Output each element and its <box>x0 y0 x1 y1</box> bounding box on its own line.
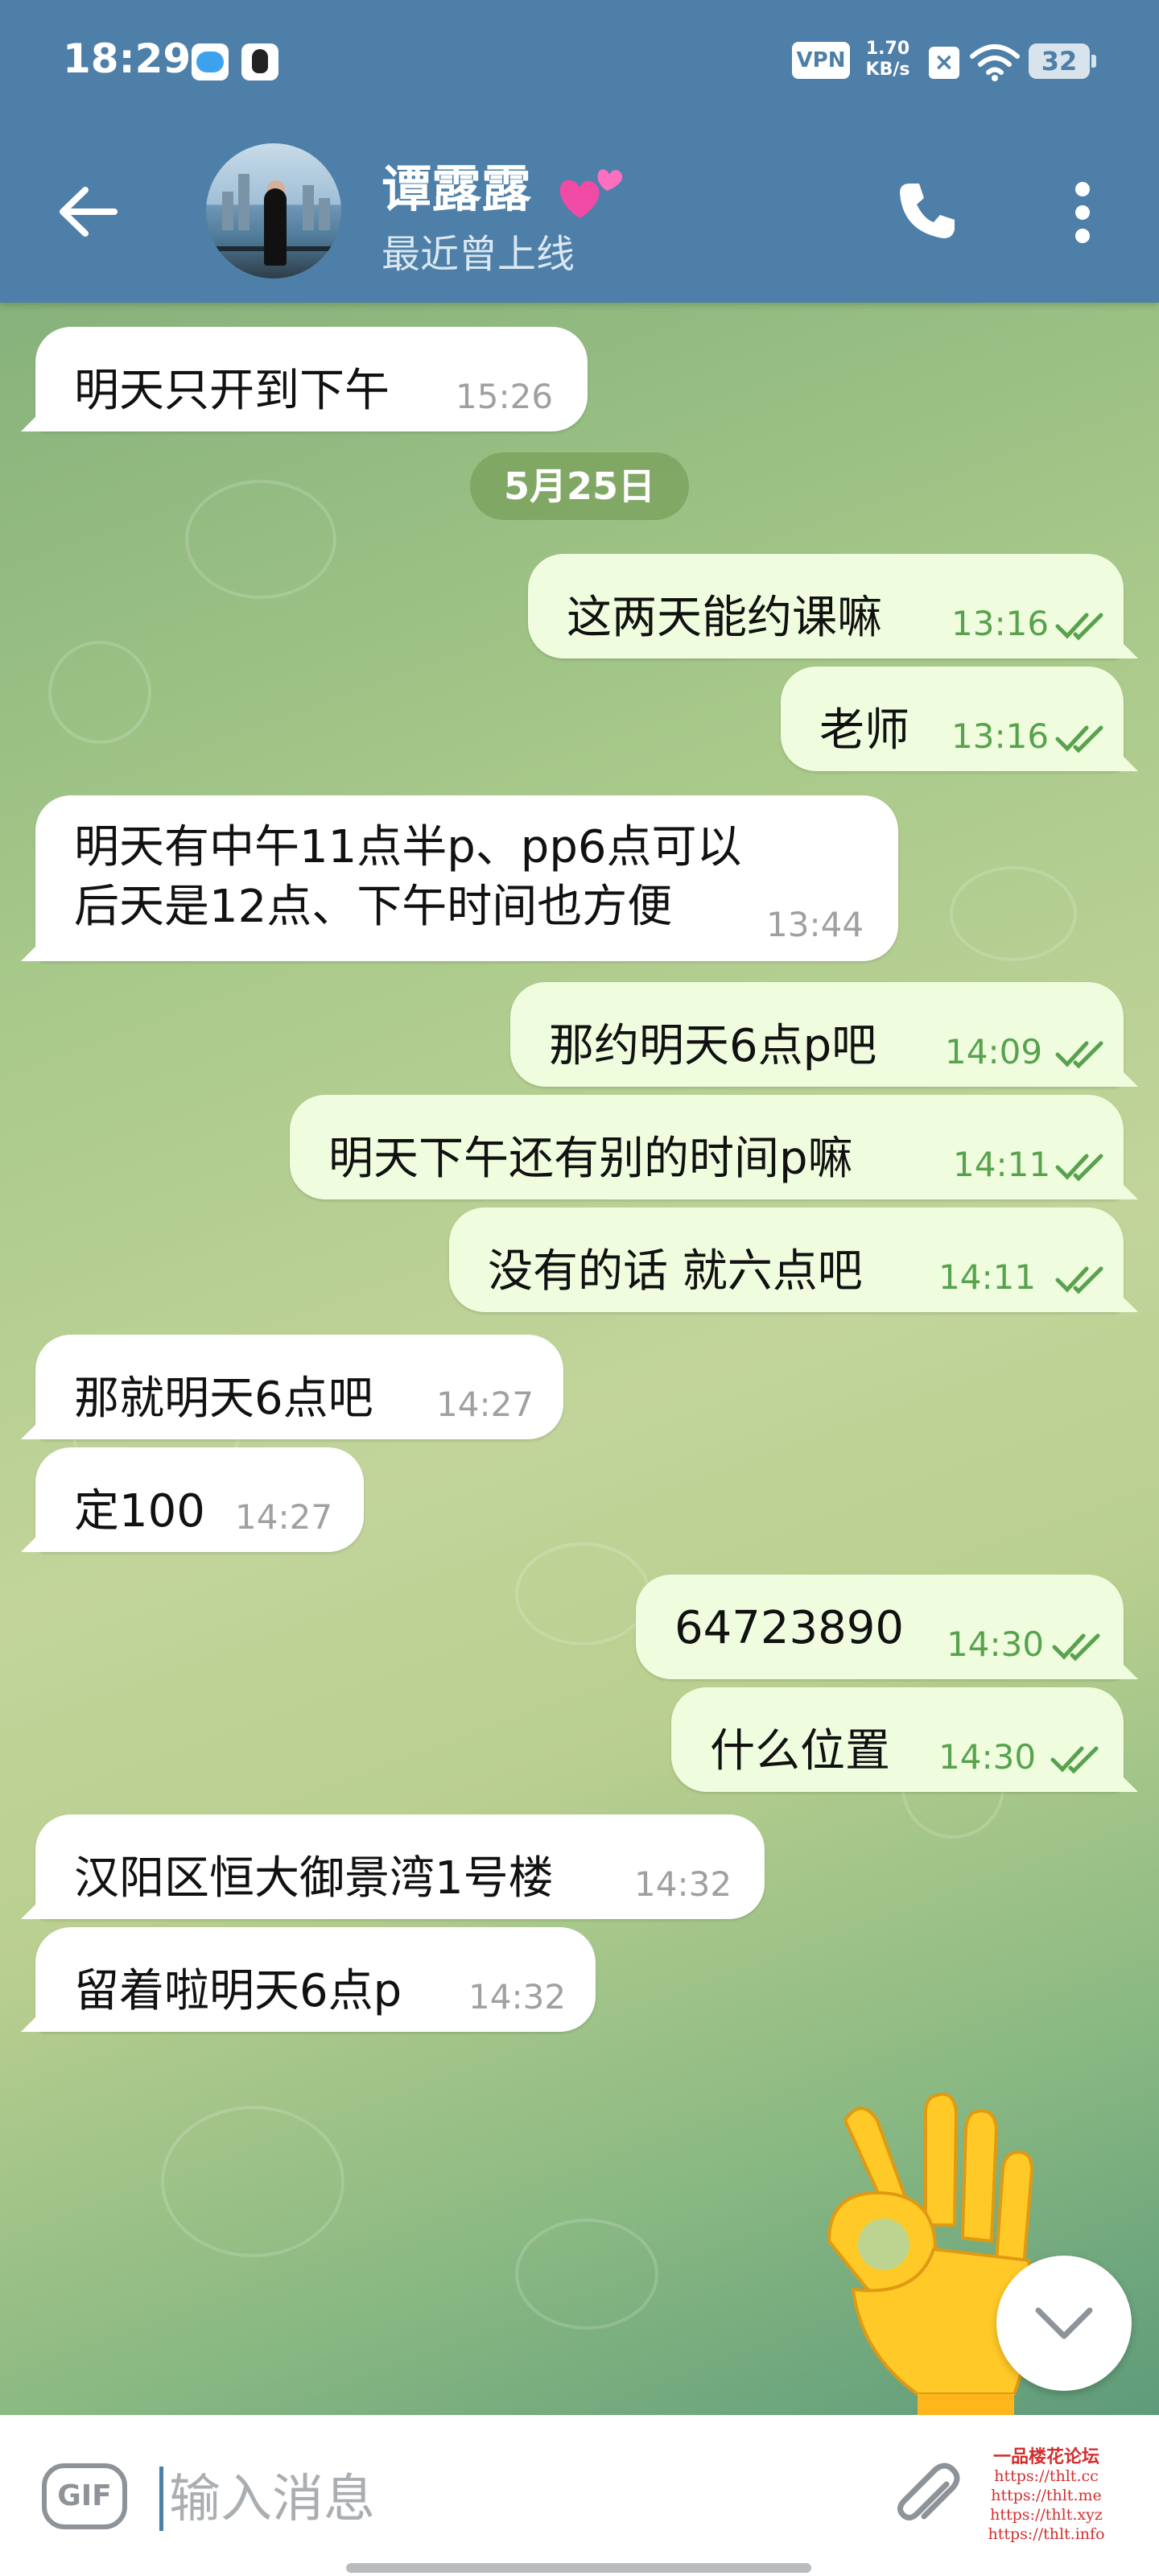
battery-indicator: 32 <box>1029 43 1096 79</box>
wifi-icon <box>970 44 1020 81</box>
message-text: 留着啦明天6点p <box>74 1965 402 2017</box>
status-time: 18:29 <box>63 35 192 82</box>
message-bubble-outgoing[interactable]: 明天下午还有别的时间p嘛 14:11 <box>290 1095 1138 1199</box>
message-time: 14:27 <box>436 1385 534 1424</box>
message-time: 14:30 <box>938 1737 1037 1777</box>
message-text: 什么位置 <box>710 1725 890 1777</box>
message-bubble-incoming[interactable]: 留着啦明天6点p 14:32 <box>21 1927 596 2032</box>
double-check-icon <box>1055 1041 1103 1069</box>
message-text: 那就明天6点吧 <box>74 1373 373 1425</box>
message-bubble-incoming[interactable]: 定100 14:27 <box>21 1447 364 1552</box>
message-time: 14:09 <box>945 1032 1043 1071</box>
double-check-icon <box>1055 1266 1103 1294</box>
message-time: 14:11 <box>953 1145 1051 1184</box>
message-time: 13:16 <box>951 716 1050 756</box>
message-text: 64723890 <box>674 1602 905 1654</box>
message-bubble-outgoing[interactable]: 这两天能约课嘛 13:16 <box>528 554 1138 658</box>
double-check-icon <box>1052 1633 1100 1662</box>
watermark-title: 一品楼花论坛 <box>992 2446 1099 2467</box>
network-speed-value: 1.70 <box>865 39 910 59</box>
message-time: 14:30 <box>947 1624 1045 1664</box>
network-speed: 1.70 KB/s <box>861 39 914 80</box>
watermark: 一品楼花论坛 https://thlt.cc https://thlt.me h… <box>982 2447 1111 2544</box>
date-separator: 5月25日 <box>470 452 689 520</box>
message-time: 14:32 <box>468 1977 567 2017</box>
vpn-badge: VPN <box>792 42 850 79</box>
message-time: 15:26 <box>456 377 554 416</box>
message-text: 这两天能约课嘛 <box>567 592 882 644</box>
message-bubble-outgoing[interactable]: 那约明天6点p吧 14:09 <box>510 982 1138 1087</box>
message-bubble-incoming[interactable]: 明天有中午11点半p、pp6点可以 后天是12点、下午时间也方便 13:44 <box>21 795 898 961</box>
no-sim-icon: × <box>929 47 959 79</box>
message-time: 14:27 <box>235 1497 333 1537</box>
chevron-down-icon <box>1035 2307 1093 2339</box>
message-bubble-outgoing[interactable]: 没有的话 就六点吧 14:11 <box>449 1208 1138 1312</box>
watermark-line: https://thlt.me <box>991 2487 1102 2504</box>
double-check-icon <box>1055 613 1103 641</box>
watermark-line: https://thlt.xyz <box>990 2506 1103 2524</box>
gif-icon[interactable]: GIF <box>42 2463 127 2529</box>
message-bubble-outgoing[interactable]: 什么位置 14:30 <box>671 1687 1138 1792</box>
home-indicator[interactable] <box>346 2563 811 2573</box>
message-text: 那约明天6点p吧 <box>549 1020 877 1072</box>
message-text: 明天有中午11点半p、pp6点可以 后天是12点、下午时间也方便 <box>74 821 742 933</box>
qq-app-icon <box>241 43 278 80</box>
double-check-icon <box>1050 1746 1099 1774</box>
weather-app-icon <box>192 43 229 80</box>
message-text: 老师 <box>819 704 909 757</box>
watermark-line: https://thlt.cc <box>994 2467 1099 2485</box>
message-input-bar: GIF 一品楼花论坛 https://thlt.cc https://thlt.… <box>0 2415 1159 2576</box>
message-time: 14:11 <box>938 1257 1037 1297</box>
message-bubble-incoming[interactable]: 明天只开到下午 15:26 <box>21 327 588 431</box>
network-speed-unit: KB/s <box>865 60 910 80</box>
top-bar: 18:29 VPN 1.70 KB/s × 32 谭露露 最近曾上线 <box>0 0 1159 303</box>
two-hearts-icon <box>559 169 622 218</box>
paperclip-icon[interactable] <box>890 2460 967 2537</box>
message-input[interactable] <box>167 2460 815 2539</box>
message-time: 14:32 <box>634 1864 732 1904</box>
message-text: 没有的话 就六点吧 <box>488 1245 863 1298</box>
message-text: 汉阳区恒大御景湾1号楼 <box>74 1852 554 1905</box>
text-caret <box>159 2467 163 2531</box>
message-text: 定100 <box>74 1485 205 1538</box>
more-vert-icon[interactable] <box>1061 179 1106 246</box>
double-check-icon <box>1055 725 1103 753</box>
message-bubble-incoming[interactable]: 那就明天6点吧 14:27 <box>21 1335 563 1439</box>
message-text: 明天下午还有别的时间p嘛 <box>328 1133 853 1185</box>
message-bubble-outgoing[interactable]: 64723890 14:30 <box>636 1575 1138 1679</box>
avatar[interactable] <box>206 143 341 279</box>
chat-area[interactable]: 明天只开到下午 15:26 5月25日 这两天能约课嘛 13:16 老师 13:… <box>0 303 1159 2415</box>
contact-name[interactable]: 谭露露 <box>382 159 531 218</box>
message-text: 明天只开到下午 <box>74 365 390 417</box>
message-time: 13:44 <box>766 905 864 944</box>
phone-icon[interactable] <box>895 179 959 243</box>
contact-name-row[interactable]: 谭露露 <box>382 148 628 225</box>
message-time: 13:16 <box>951 604 1050 643</box>
back-arrow-icon[interactable] <box>56 184 121 240</box>
contact-status: 最近曾上线 <box>382 232 575 277</box>
double-check-icon <box>1055 1154 1103 1182</box>
message-bubble-outgoing[interactable]: 老师 13:16 <box>781 667 1138 771</box>
watermark-line: https://thlt.info <box>988 2525 1105 2543</box>
scroll-to-bottom-button[interactable] <box>996 2256 1132 2391</box>
message-bubble-incoming[interactable]: 汉阳区恒大御景湾1号楼 14:32 <box>21 1814 765 1919</box>
